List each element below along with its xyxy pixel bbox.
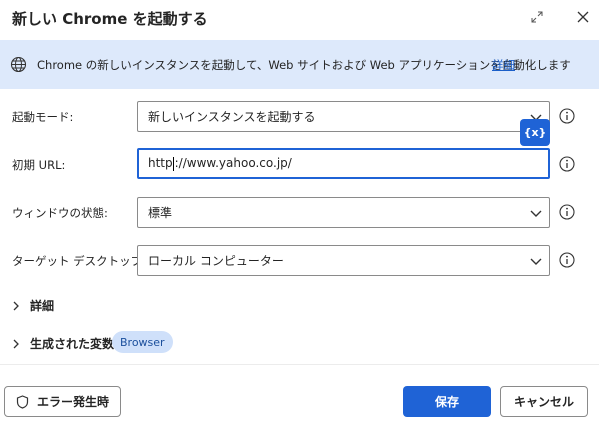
window-state-value: 標準 <box>148 206 173 220</box>
insert-variable-button[interactable]: {x} <box>520 119 550 146</box>
generated-variables-label: 生成された変数 <box>30 337 115 351</box>
initial-url-label: 初期 URL: <box>12 158 66 172</box>
info-icon[interactable] <box>559 204 575 220</box>
target-desktop-label: ターゲット デスクトップ: <box>12 254 147 268</box>
window-state-select[interactable]: 標準 <box>137 197 550 228</box>
globe-icon <box>10 56 27 73</box>
on-error-label: エラー発生時 <box>36 395 109 409</box>
shield-icon <box>16 394 29 409</box>
chevron-down-icon <box>530 210 542 217</box>
info-banner: Chrome の新しいインスタンスを起動して、Web サイトおよび Web アプ… <box>0 40 599 89</box>
launch-mode-select[interactable]: 新しいインスタンスを起動する <box>137 101 550 132</box>
chevron-right-icon <box>13 339 19 348</box>
launch-mode-value: 新しいインスタンスを起動する <box>148 110 316 124</box>
target-desktop-value: ローカル コンピューター <box>148 254 284 268</box>
save-button[interactable]: 保存 <box>403 386 491 417</box>
footer-divider <box>0 364 599 365</box>
expand-icon[interactable] <box>526 6 548 28</box>
initial-url-value: http://www.yahoo.co.jp/ <box>148 156 292 171</box>
banner-details-link[interactable]: 詳細 <box>492 57 515 73</box>
generated-variables-toggle[interactable]: 生成された変数 <box>10 335 114 352</box>
advanced-section-toggle[interactable]: 詳細 <box>10 297 54 314</box>
dialog-title: 新しい Chrome を起動する <box>12 10 208 28</box>
info-icon[interactable] <box>559 156 575 172</box>
launch-mode-label: 起動モード: <box>12 110 74 124</box>
chevron-down-icon <box>530 258 542 265</box>
cancel-button[interactable]: キャンセル <box>500 386 588 417</box>
initial-url-input[interactable]: http://www.yahoo.co.jp/ <box>137 148 550 179</box>
target-desktop-select[interactable]: ローカル コンピューター <box>137 245 550 276</box>
info-icon[interactable] <box>559 108 575 124</box>
on-error-button[interactable]: エラー発生時 <box>4 386 121 417</box>
banner-text: Chrome の新しいインスタンスを起動して、Web サイトおよび Web アプ… <box>37 58 571 72</box>
window-state-label: ウィンドウの状態: <box>12 206 108 220</box>
advanced-section-label: 詳細 <box>30 299 55 313</box>
variable-badge[interactable]: Browser <box>112 331 173 353</box>
info-icon[interactable] <box>559 252 575 268</box>
chevron-right-icon <box>13 301 19 310</box>
close-icon[interactable] <box>572 6 594 28</box>
